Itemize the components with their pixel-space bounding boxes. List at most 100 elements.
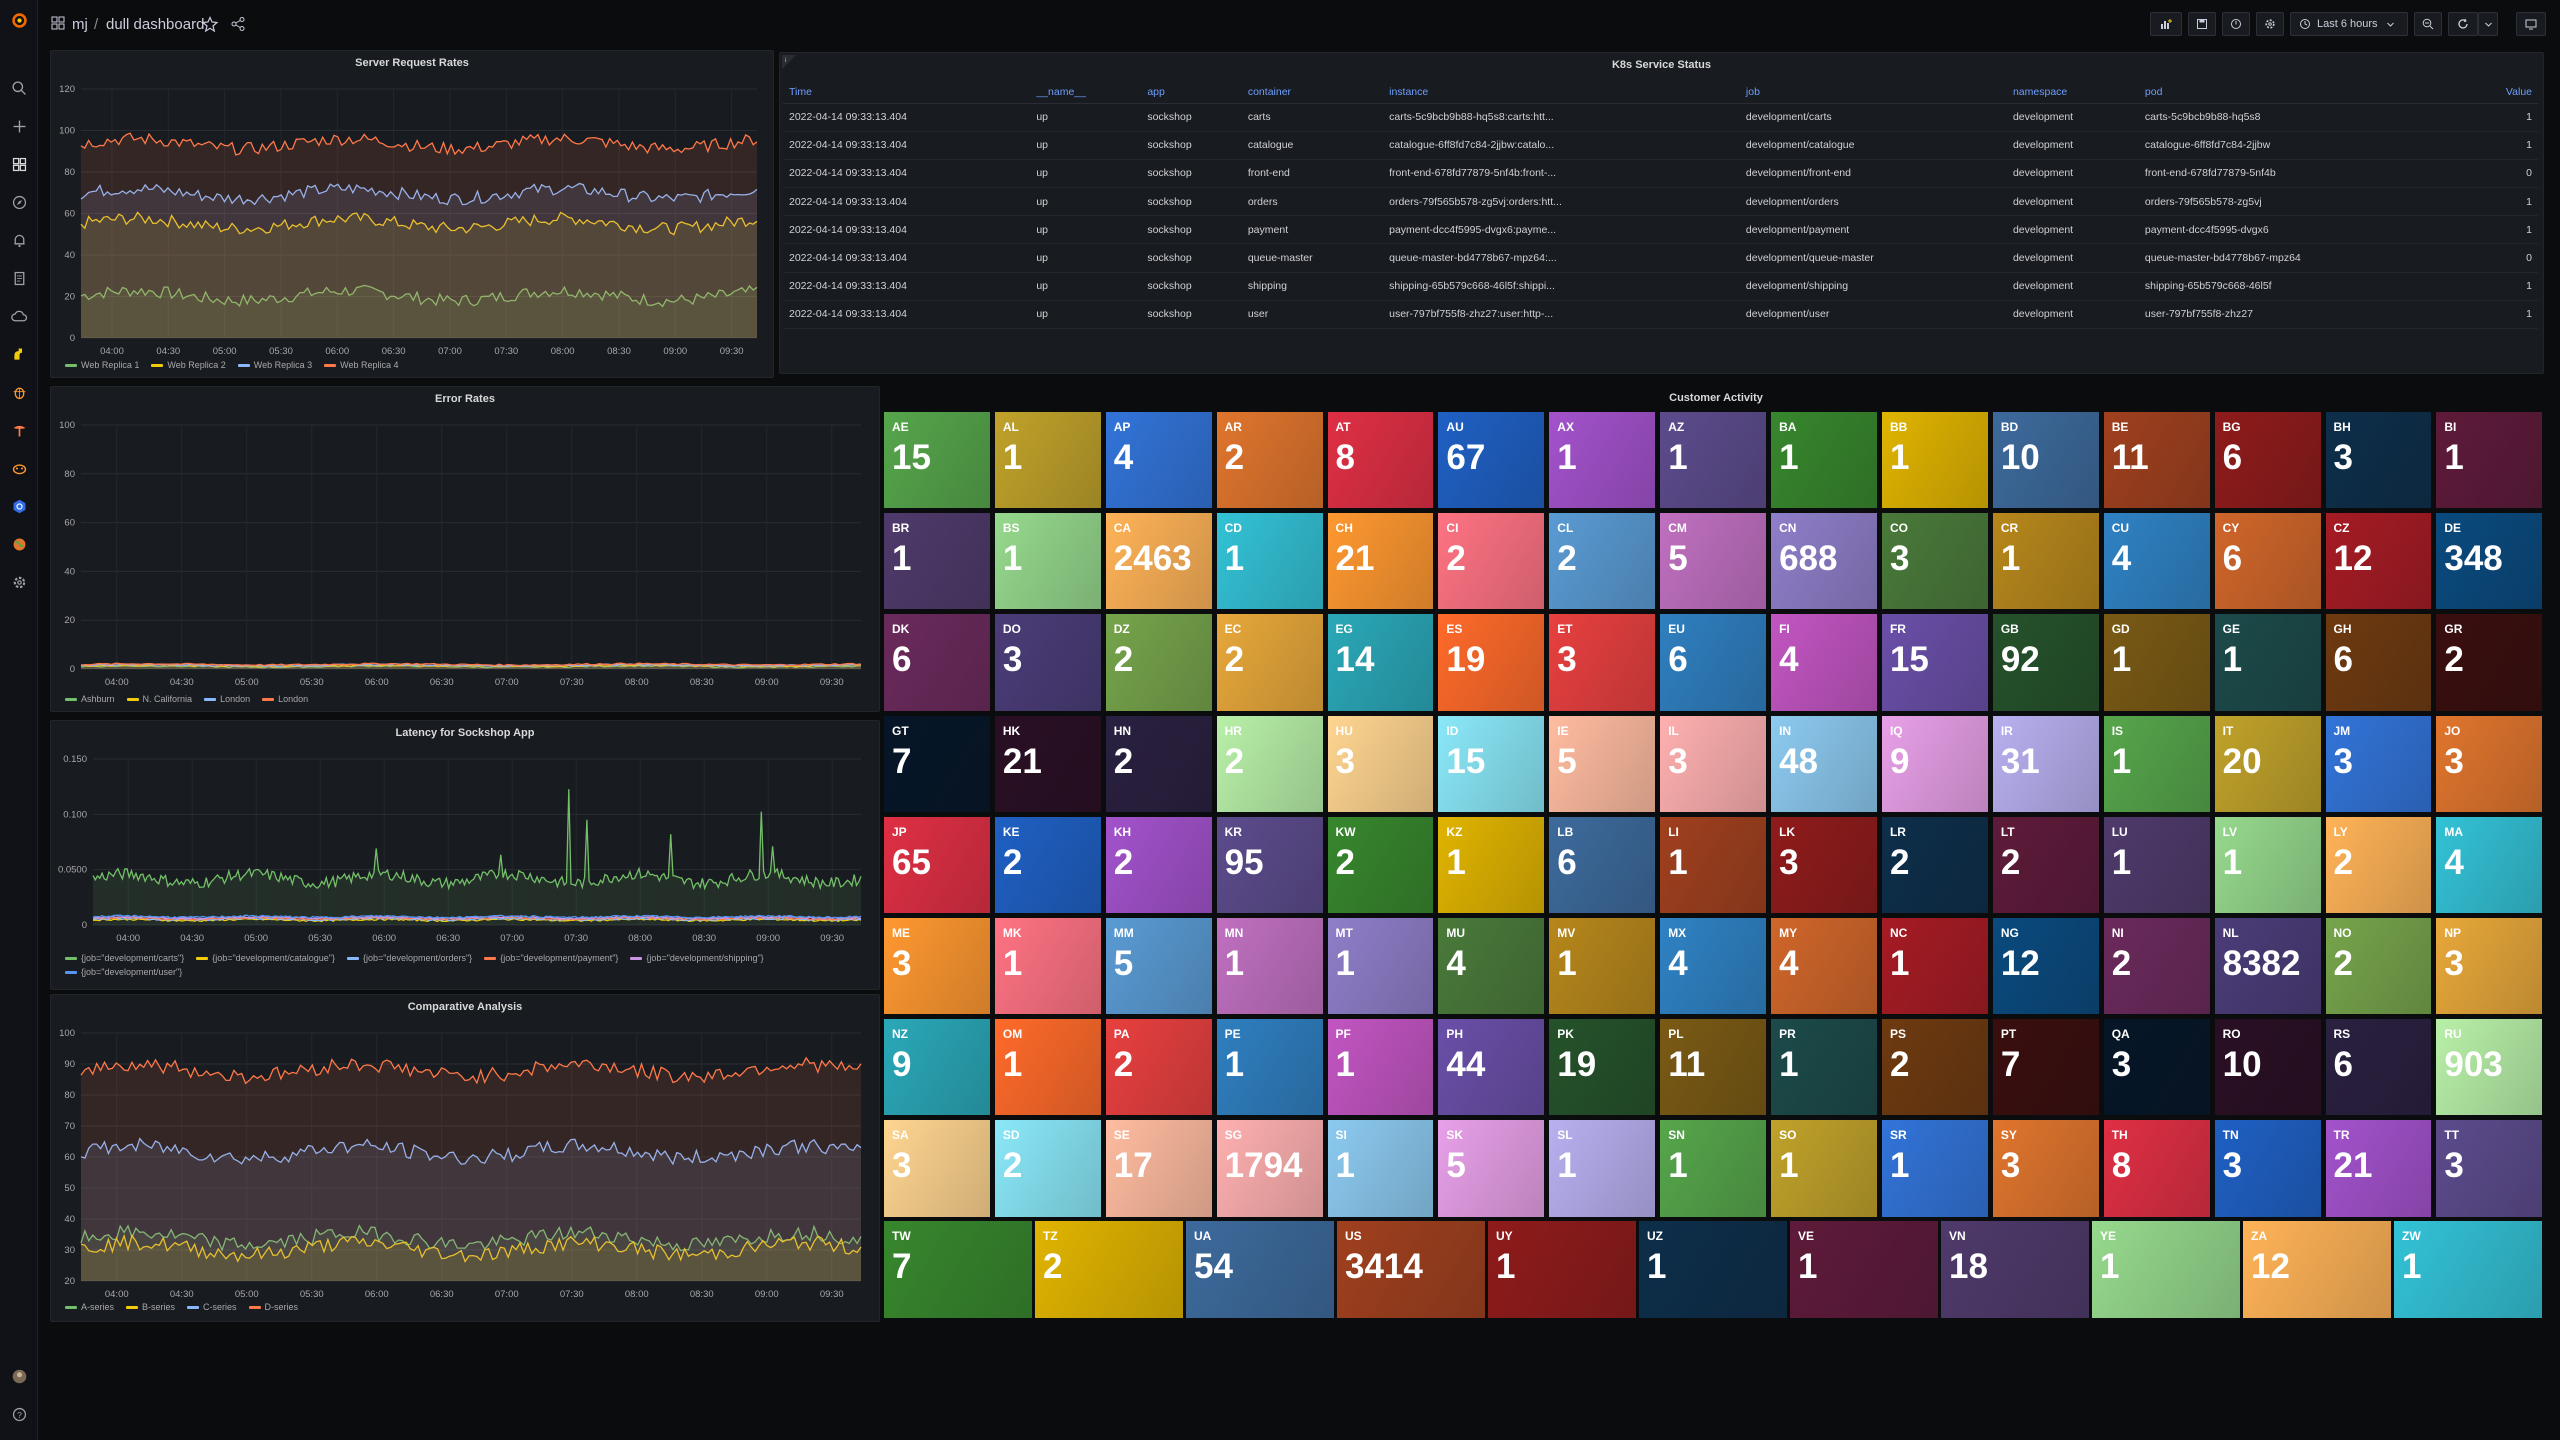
stat-tile-bi[interactable]: BI 1 (2436, 412, 2543, 509)
stat-tile-tz[interactable]: TZ 2 (1035, 1221, 1183, 1318)
column-header[interactable]: job (1739, 81, 2007, 104)
stat-tile-mu[interactable]: MU 4 (1438, 917, 1545, 1015)
stat-tile-pt[interactable]: PT 7 (1992, 1019, 2099, 1116)
stat-tile-eu[interactable]: EU 6 (1660, 614, 1767, 711)
stat-tile-us[interactable]: US 3414 (1337, 1221, 1485, 1318)
k8s-service-status-panel[interactable]: K8s Service Status i Time __name__ app cont… (779, 52, 2544, 374)
stat-tile-kz[interactable]: KZ 1 (1438, 816, 1545, 914)
stat-tile-cy[interactable]: CY 6 (2214, 513, 2321, 610)
stat-tile-br[interactable]: BR 1 (884, 513, 990, 610)
comparative-analysis-chart[interactable]: 100 90 80 70 60 50 40 30 20 04:00 04:30 05:00 05:30 0… (51, 995, 880, 1322)
stat-tile-ge[interactable]: GE 1 (2214, 614, 2321, 711)
stat-tile-ba[interactable]: BA 1 (1771, 412, 1877, 509)
stat-tile-de[interactable]: DE 348 (2436, 513, 2543, 610)
legend-item[interactable]: Web Replica 3 (237, 359, 312, 371)
refresh-button[interactable] (2448, 12, 2478, 36)
stat-tile-pa[interactable]: PA 2 (1105, 1019, 1212, 1116)
stat-tile-my[interactable]: MY 4 (1771, 917, 1877, 1015)
comparative-analysis-panel[interactable]: Comparative Analysis 100 90 80 70 60 50 40 30 20… (50, 994, 880, 1322)
stat-tile-zw[interactable]: ZW 1 (2394, 1221, 2542, 1318)
time-picker-button[interactable]: Last 6 hours (2290, 12, 2408, 36)
stat-tile-kh[interactable]: KH 2 (1105, 816, 1212, 914)
stat-tile-tw[interactable]: TW 7 (884, 1221, 1032, 1318)
stat-tile-ci[interactable]: CI 2 (1438, 513, 1545, 610)
dashboard-settings-button[interactable] (2256, 12, 2284, 36)
panel-title[interactable]: K8s Service Status (780, 59, 2543, 71)
stat-tile-cd[interactable]: CD 1 (1216, 513, 1323, 610)
stat-tile-eg[interactable]: EG 14 (1327, 614, 1434, 711)
stat-tile-mx[interactable]: MX 4 (1660, 917, 1767, 1015)
column-header[interactable]: Value (2461, 81, 2538, 104)
error-rates-panel[interactable]: Error Rates 100 80 60 40 20 0 04:00 04:30 05:00 0… (50, 386, 880, 712)
stat-tile-cn[interactable]: CN 688 (1771, 513, 1877, 610)
stat-tile-ar[interactable]: AR 2 (1216, 412, 1323, 509)
stat-tile-ma[interactable]: MA 4 (2436, 816, 2543, 914)
stat-tile-et[interactable]: ET 3 (1549, 614, 1656, 711)
stat-tile-ch[interactable]: CH 21 (1327, 513, 1434, 610)
plugin-icon[interactable] (9, 344, 29, 364)
stat-tile-gb[interactable]: GB 92 (1992, 614, 2099, 711)
stat-tile-qa[interactable]: QA 3 (2103, 1019, 2210, 1116)
stat-tile-lr[interactable]: LR 2 (1881, 816, 1988, 914)
latency-chart[interactable]: 0.150 0.100 0.0500 0 04:00 04:30 05:00 05:30 06:… (51, 721, 880, 990)
stat-tile-sa[interactable]: SA 3 (884, 1120, 990, 1217)
stat-tile-kw[interactable]: KW 2 (1327, 816, 1434, 914)
add-panel-button[interactable] (2150, 12, 2182, 36)
stat-tile-ye[interactable]: YE 1 (2092, 1221, 2240, 1318)
column-header[interactable]: __name__ (1030, 81, 1142, 104)
legend-item[interactable]: Web Replica 2 (151, 359, 226, 371)
stat-tile-pr[interactable]: PR 1 (1771, 1019, 1877, 1116)
legend-item[interactable]: C-series (187, 1301, 237, 1313)
stat-tile-ke[interactable]: KE 2 (994, 816, 1101, 914)
stat-tile-lv[interactable]: LV 1 (2214, 816, 2321, 914)
stat-tile-sy[interactable]: SY 3 (1992, 1120, 2099, 1217)
legend-item[interactable]: {job="development/catalogue"} (196, 952, 335, 964)
stat-tile-ec[interactable]: EC 2 (1216, 614, 1323, 711)
stat-tile-cm[interactable]: CM 5 (1660, 513, 1767, 610)
stat-tile-om[interactable]: OM 1 (994, 1019, 1101, 1116)
stat-tile-ly[interactable]: LY 2 (2325, 816, 2432, 914)
refresh-interval-dropdown[interactable] (2478, 12, 2498, 36)
column-header[interactable]: container (1241, 81, 1384, 104)
column-header[interactable]: namespace (2006, 81, 2139, 104)
stat-tile-so[interactable]: SO 1 (1771, 1120, 1877, 1217)
stat-tile-gr[interactable]: GR 2 (2436, 614, 2543, 711)
stat-tile-at[interactable]: AT 8 (1327, 412, 1434, 509)
stat-tile-mm[interactable]: MM 5 (1105, 917, 1212, 1015)
stat-tile-hu[interactable]: HU 3 (1327, 715, 1434, 812)
stat-tile-hn[interactable]: HN 2 (1105, 715, 1212, 812)
explore-icon[interactable] (9, 192, 29, 212)
stat-tile-jo[interactable]: JO 3 (2436, 715, 2543, 812)
stat-tile-bg[interactable]: BG 6 (2214, 412, 2321, 509)
legend-item[interactable]: London (204, 693, 250, 705)
tool-icon[interactable] (9, 420, 29, 440)
stat-tile-rs[interactable]: RS 6 (2325, 1019, 2432, 1116)
legend-item[interactable]: Ashburn (65, 693, 115, 705)
save-dashboard-button[interactable] (2188, 12, 2216, 36)
stat-tile-tt[interactable]: TT 3 (2436, 1120, 2543, 1217)
panel-title[interactable]: Customer Activity (884, 392, 2548, 404)
stat-tile-ve[interactable]: VE 1 (1790, 1221, 1938, 1318)
stat-tile-sr[interactable]: SR 1 (1881, 1120, 1988, 1217)
stat-tile-tn[interactable]: TN 3 (2214, 1120, 2321, 1217)
dashboard-title[interactable]: dull dashboard (106, 16, 204, 33)
stat-tile-pe[interactable]: PE 1 (1216, 1019, 1323, 1116)
stat-tile-il[interactable]: IL 3 (1660, 715, 1767, 812)
stat-tile-be[interactable]: BE 11 (2103, 412, 2210, 509)
legend-item[interactable]: N. California (126, 693, 192, 705)
avatar[interactable] (9, 1366, 29, 1386)
stat-tile-bd[interactable]: BD 10 (1992, 412, 2099, 509)
stat-tile-pk[interactable]: PK 19 (1549, 1019, 1656, 1116)
stat-tile-sn[interactable]: SN 1 (1660, 1120, 1767, 1217)
stat-tile-jm[interactable]: JM 3 (2325, 715, 2432, 812)
legend-item[interactable]: Web Replica 1 (65, 359, 139, 371)
stat-tile-cz[interactable]: CZ 12 (2325, 513, 2432, 610)
stat-tile-mn[interactable]: MN 1 (1216, 917, 1323, 1015)
stat-tile-bb[interactable]: BB 1 (1881, 412, 1988, 509)
reports-icon[interactable] (9, 268, 29, 288)
server-request-rates-panel[interactable]: Server Request Rates 120 100 80 60 40 20 0 04:0… (50, 50, 774, 378)
stat-tile-nz[interactable]: NZ 9 (884, 1019, 990, 1116)
stat-tile-cu[interactable]: CU 4 (2103, 513, 2210, 610)
stat-tile-gh[interactable]: GH 6 (2325, 614, 2432, 711)
stat-tile-dz[interactable]: DZ 2 (1105, 614, 1212, 711)
